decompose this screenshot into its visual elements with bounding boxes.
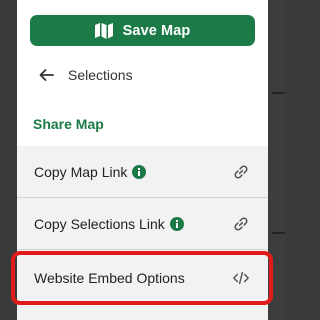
- copy-selections-link-item[interactable]: Copy Selections Link: [17, 198, 268, 250]
- code-icon: [231, 268, 251, 288]
- share-options-list: Copy Map Link Copy Selections Link Websi…: [17, 146, 268, 306]
- share-panel: Save Map Selections Share Map Copy Map L…: [17, 0, 268, 320]
- back-label: Selections: [68, 67, 133, 83]
- link-icon: [231, 162, 251, 182]
- backdrop: [268, 0, 285, 320]
- backdrop-divider: [272, 92, 285, 94]
- info-icon[interactable]: [132, 164, 147, 179]
- backdrop-divider: [272, 232, 285, 234]
- copy-map-link-item[interactable]: Copy Map Link: [17, 146, 268, 198]
- list-item-label: Copy Map Link: [34, 163, 128, 180]
- save-map-button[interactable]: Save Map: [30, 15, 255, 46]
- section-title: Share Map: [33, 116, 104, 132]
- info-icon[interactable]: [169, 216, 184, 231]
- back-to-selections[interactable]: Selections: [17, 58, 268, 92]
- link-icon: [231, 214, 251, 234]
- list-bottom: [17, 304, 268, 320]
- arrow-left-icon: [38, 67, 54, 83]
- save-map-label: Save Map: [122, 22, 191, 39]
- list-item-label: Website Embed Options: [34, 270, 185, 286]
- website-embed-options-item[interactable]: Website Embed Options: [17, 250, 268, 306]
- map-icon: [94, 22, 113, 39]
- list-item-label: Copy Selections Link: [34, 215, 165, 232]
